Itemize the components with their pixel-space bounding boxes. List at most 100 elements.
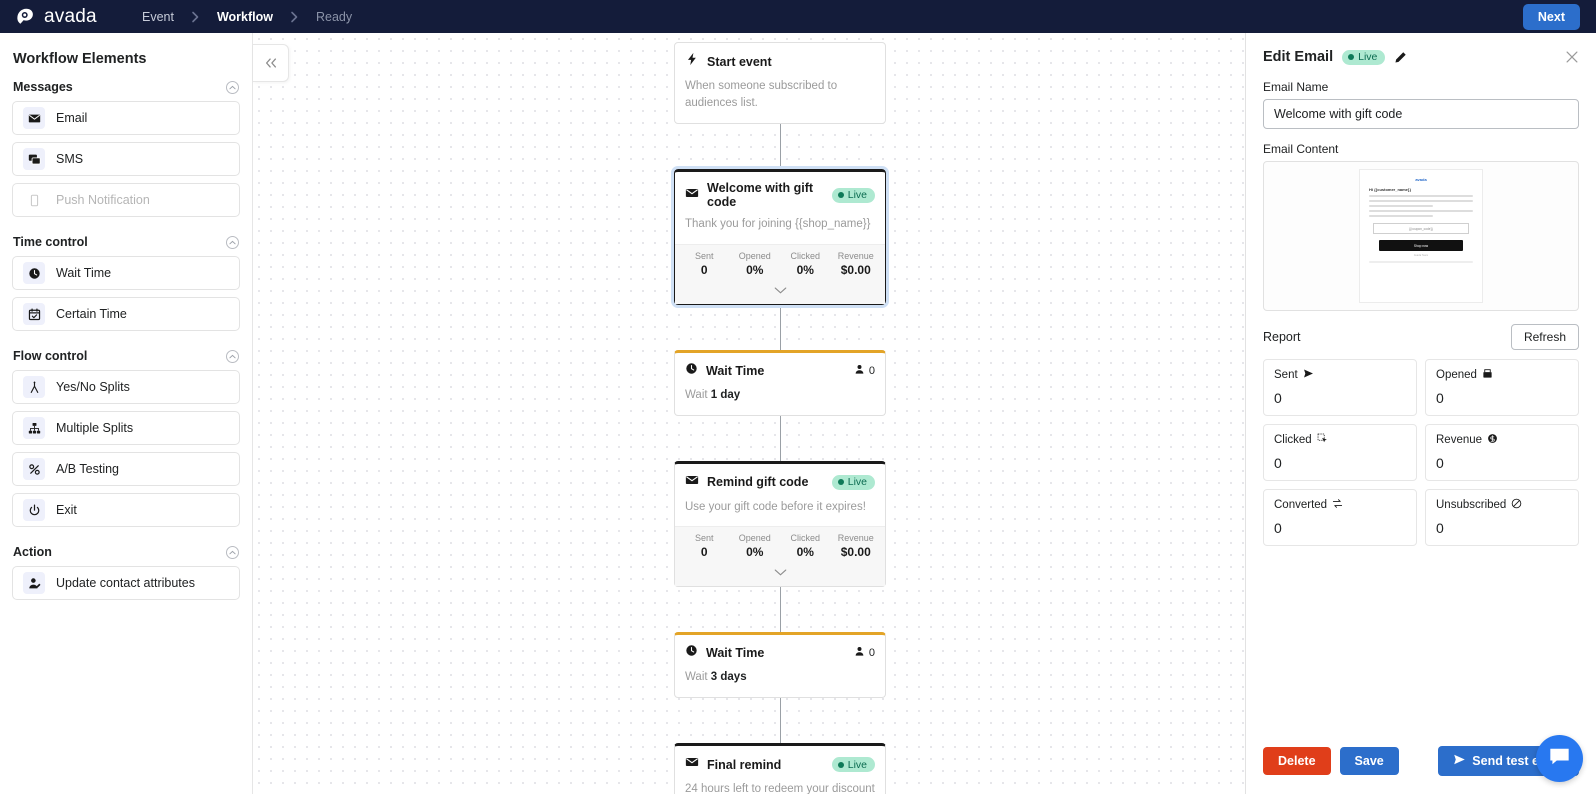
breadcrumb-item-workflow[interactable]: Workflow: [217, 10, 273, 24]
envelope-icon: [685, 473, 699, 492]
stat-label: Revenue: [837, 251, 874, 262]
node-expand-button[interactable]: [675, 279, 885, 305]
metric-card-opened: Opened 0: [1425, 359, 1579, 416]
chat-bubbles-icon: [23, 148, 45, 170]
status-badge: Live: [831, 187, 875, 203]
hierarchy-icon: [23, 417, 45, 439]
cursor-click-icon: [1317, 433, 1328, 447]
clock-icon: [685, 362, 698, 380]
breadcrumb-item-ready: Ready: [316, 9, 353, 24]
email-preview-thumbnail: avada Hi {{customer_name}} {{coupon_code…: [1359, 169, 1483, 303]
workflow-node-final-remind[interactable]: Final remind Live 24 hours left to redee…: [674, 743, 886, 794]
stat-label: Opened: [738, 251, 771, 262]
person-icon: [854, 646, 865, 660]
node-stat-opened: Opened 0%: [730, 251, 781, 277]
close-icon[interactable]: [1565, 50, 1579, 64]
preview-text-line: [1369, 205, 1434, 207]
sidebar-item-wait-time[interactable]: Wait Time: [12, 256, 240, 290]
preview-text-line: [1369, 195, 1473, 197]
sidebar-item-label: A/B Testing: [56, 462, 120, 476]
chevron-up-circle-icon[interactable]: [226, 235, 239, 249]
stat-value: 0%: [746, 263, 764, 278]
email-name-input[interactable]: [1263, 99, 1579, 129]
node-stat-opened: Opened 0%: [730, 533, 781, 559]
breadcrumb-item-event[interactable]: Event: [142, 10, 174, 24]
node-stat-clicked: Clicked 0%: [780, 251, 831, 277]
section-label: Messages: [13, 80, 73, 94]
sidebar-item-label: SMS: [56, 152, 84, 166]
workflow-elements-sidebar: Workflow Elements Messages Email SMS Pus…: [0, 33, 253, 794]
chevron-up-circle-icon[interactable]: [226, 349, 239, 363]
refresh-button[interactable]: Refresh: [1510, 324, 1579, 350]
sidebar-item-email[interactable]: Email: [12, 101, 240, 135]
save-button[interactable]: Save: [1339, 747, 1399, 775]
sidebar-item-sms[interactable]: SMS: [12, 142, 240, 176]
sidebar-item-exit[interactable]: Exit: [12, 493, 240, 527]
node-subtitle: When someone subscribed to audiences lis…: [685, 80, 838, 109]
chevron-up-circle-icon[interactable]: [226, 80, 239, 94]
stat-label: Revenue: [837, 533, 874, 544]
stat-value: 0%: [796, 263, 814, 278]
pencil-icon[interactable]: [1394, 51, 1407, 64]
metric-label: Converted: [1274, 499, 1328, 511]
metric-card-unsubscribed: Unsubscribed 0: [1425, 489, 1579, 546]
sidebar-collapse-button[interactable]: [253, 44, 289, 82]
node-subtitle: Thank you for joining {{shop_name}}: [685, 218, 871, 231]
email-content-preview[interactable]: avada Hi {{customer_name}} {{coupon_code…: [1263, 161, 1579, 311]
node-stat-sent: Sent 0: [679, 251, 730, 277]
chat-widget-icon: [1547, 744, 1572, 774]
edit-email-panel: Edit Email Live Email Name Email Content: [1245, 33, 1596, 794]
panel-header: Edit Email Live: [1246, 33, 1596, 65]
wait-prefix: Wait: [685, 671, 708, 684]
node-subtitle: Wait 1 day: [675, 387, 885, 415]
next-button[interactable]: Next: [1522, 3, 1580, 30]
connector-line: [779, 698, 781, 744]
workflow-node-wait-time-1[interactable]: Wait Time 0 Wait 1 day: [674, 350, 886, 416]
workflow-editor-app: avada Event Workflow Ready Next Workflow…: [0, 0, 1596, 794]
clock-icon: [685, 644, 698, 662]
workflow-node-wait-time-2[interactable]: Wait Time 0 Wait 3 days: [674, 632, 886, 699]
sidebar-item-label: Yes/No Splits: [56, 380, 130, 394]
node-subtitle: 24 hours left to redeem your discount: [685, 783, 875, 794]
chevron-down-icon: [774, 563, 787, 581]
delete-button[interactable]: Delete: [1263, 747, 1331, 775]
sidebar-item-multiple-splits[interactable]: Multiple Splits: [12, 411, 240, 445]
brand-name: avada: [44, 5, 97, 27]
node-stat-sent: Sent 0: [679, 533, 730, 559]
node-title: Wait Time: [706, 646, 765, 661]
section-label: Action: [13, 545, 52, 559]
metric-label: Opened: [1436, 369, 1477, 381]
breadcrumb-separator-icon: [290, 11, 299, 23]
chat-widget-button[interactable]: [1536, 735, 1583, 782]
workflow-node-start-event[interactable]: Start event When someone subscribed to a…: [674, 42, 886, 125]
status-label: Live: [847, 476, 867, 489]
envelope-icon: [685, 186, 699, 205]
chevron-up-circle-icon[interactable]: [226, 545, 239, 559]
metric-header: Revenue: [1436, 433, 1568, 447]
sidebar-item-yes-no-splits[interactable]: Yes/No Splits: [12, 370, 240, 404]
stat-value: 0%: [746, 545, 764, 560]
metric-label: Unsubscribed: [1436, 499, 1507, 511]
person-icon: [854, 364, 865, 378]
email-name-label: Email Name: [1263, 80, 1329, 94]
brand[interactable]: avada: [14, 5, 132, 28]
node-people-count: 0: [854, 646, 875, 660]
node-expand-button[interactable]: [675, 561, 885, 587]
workflow-canvas[interactable]: Start event When someone subscribed to a…: [253, 33, 1245, 794]
report-metrics: Sent 0 Opened 0 Clicked 0 Revenue 0 Conv…: [1263, 359, 1579, 546]
workflow-node-remind-gift-code[interactable]: Remind gift code Live Use your gift code…: [674, 460, 886, 588]
sidebar-item-update-contact-attributes[interactable]: Update contact attributes: [12, 566, 240, 600]
sidebar-section-action: Action: [13, 545, 239, 559]
preview-footer: Avada Team: [1413, 254, 1429, 257]
metric-value: 0: [1274, 520, 1282, 536]
panel-title: Edit Email: [1263, 49, 1334, 65]
status-dot-icon: [837, 761, 844, 768]
sidebar-item-ab-testing[interactable]: A/B Testing: [12, 452, 240, 486]
metric-label: Clicked: [1274, 434, 1312, 446]
sidebar-item-certain-time[interactable]: Certain Time: [12, 297, 240, 331]
breadcrumb: Event Workflow Ready: [142, 10, 352, 24]
workflow-node-welcome-with-gift-code[interactable]: Welcome with gift code Live Thank you fo…: [671, 166, 889, 309]
